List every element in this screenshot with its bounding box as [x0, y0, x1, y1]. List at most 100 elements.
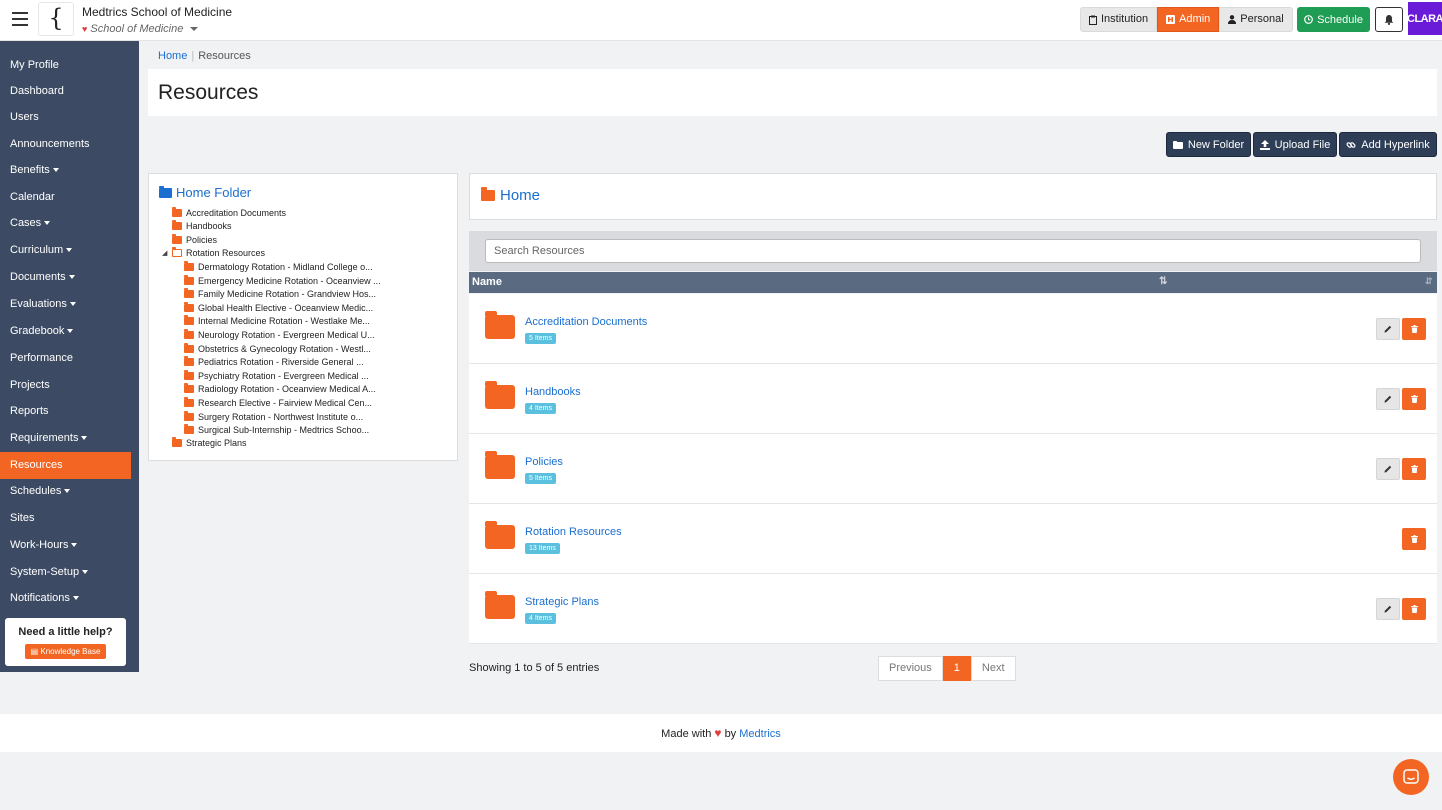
sidebar: My Profile Dashboard Users Announcements Ben…	[0, 41, 139, 672]
tree-node-rotation-child[interactable]: Dermatology Rotation - Midland College o…	[184, 261, 373, 273]
sidebar-item-schedules[interactable]: Schedules	[0, 478, 131, 505]
knowledge-base-button[interactable]: ▤ Knowledge Base	[24, 644, 107, 659]
tree-node-rotation-child[interactable]: Emergency Medicine Rotation - Oceanview …	[184, 274, 381, 287]
sidebar-item-reports[interactable]: Reports	[0, 398, 131, 425]
delete-button[interactable]	[1402, 598, 1426, 620]
sidebar-item-calendar[interactable]: Calendar	[0, 184, 131, 211]
table-row: Handbooks 4 Items	[469, 364, 1437, 434]
sidebar-item-users[interactable]: Users	[0, 104, 131, 131]
sidebar-item-sites[interactable]: Sites	[0, 505, 131, 532]
search-resources-input[interactable]	[485, 239, 1421, 263]
pagination-previous-button[interactable]: Previous	[878, 656, 943, 681]
folder-icon	[159, 185, 172, 198]
edit-button[interactable]	[1376, 318, 1400, 340]
folder-icon[interactable]	[485, 591, 515, 619]
caret-down-icon	[71, 543, 78, 548]
tree-node-rotation-child[interactable]: Research Elective - Fairview Medical Cen…	[184, 397, 372, 409]
edit-button[interactable]	[1376, 458, 1400, 480]
sidebar-item-label: Projects	[10, 379, 50, 391]
sidebar-item-evaluations[interactable]: Evaluations	[0, 291, 131, 318]
sidebar-item-announcements[interactable]: Announcements	[0, 131, 131, 158]
folder-name-link[interactable]: Strategic Plans	[525, 596, 599, 608]
heart-icon: ♥	[82, 24, 88, 34]
sort-alpha-icon[interactable]: ⇅	[1159, 276, 1167, 287]
sidebar-item-curriculum[interactable]: Curriculum	[0, 237, 131, 264]
tree-root-home-folder[interactable]: Home Folder	[159, 185, 251, 200]
tree-node-label: Radiology Rotation - Oceanview Medical A…	[198, 384, 376, 395]
folder-icon[interactable]	[485, 451, 515, 479]
pagination-page-1[interactable]: 1	[942, 656, 971, 681]
folder-name-link[interactable]: Handbooks	[525, 386, 581, 398]
add-hyperlink-button[interactable]: Add Hyperlink	[1339, 132, 1437, 157]
folder-icon[interactable]	[485, 311, 515, 339]
tree-node-rotation-child[interactable]: Family Medicine Rotation - Grandview Hos…	[184, 288, 376, 300]
sidebar-item-notifications[interactable]: Notifications	[0, 585, 131, 612]
breadcrumb-home-link[interactable]: Home	[158, 50, 187, 62]
org-switcher[interactable]: ♥ School of Medicine	[82, 23, 199, 35]
tree-toggle-expanded-icon[interactable]: ◢	[162, 249, 167, 257]
title-panel: Resources	[148, 69, 1437, 116]
pagination-next-button[interactable]: Next	[970, 656, 1016, 681]
tree-node-rotation-child[interactable]: Radiology Rotation - Oceanview Medical A…	[184, 383, 376, 395]
delete-button[interactable]	[1402, 388, 1426, 410]
edit-button[interactable]	[1376, 388, 1400, 410]
role-admin-button[interactable]: Admin	[1157, 7, 1220, 32]
tree-node-strategic-plans[interactable]: Strategic Plans	[172, 437, 247, 449]
tree-node-label: Obstetrics & Gynecology Rotation - Westl…	[198, 343, 371, 354]
schedule-button[interactable]: Schedule	[1297, 7, 1370, 32]
role-personal-button[interactable]: Personal	[1219, 7, 1293, 32]
folder-icon	[184, 315, 194, 326]
tree-node-rotation-child[interactable]: Surgical Sub-Internship - Medtrics Schoo…	[184, 424, 369, 436]
chat-icon	[1403, 769, 1419, 784]
tree-node-rotation-child[interactable]: Surgery Rotation - Northwest Institute o…	[184, 410, 363, 423]
tree-node-rotation-child[interactable]: Neurology Rotation - Evergreen Medical U…	[184, 329, 375, 341]
sidebar-item-requirements[interactable]: Requirements	[0, 425, 131, 452]
caret-down-icon	[64, 489, 71, 494]
sidebar-item-benefits[interactable]: Benefits	[0, 157, 131, 184]
sidebar-item-work-hours[interactable]: Work-Hours	[0, 532, 131, 559]
folder-icon[interactable]	[485, 381, 515, 409]
folder-icon[interactable]	[485, 521, 515, 549]
search-bar	[469, 231, 1437, 271]
tree-node-handbooks[interactable]: Handbooks	[172, 220, 232, 232]
role-institution-button[interactable]: Institution	[1080, 7, 1158, 32]
new-folder-button[interactable]: New Folder	[1166, 132, 1251, 157]
tree-node-rotation-child[interactable]: Internal Medicine Rotation - Westlake Me…	[184, 315, 370, 327]
sidebar-item-cases[interactable]: Cases	[0, 210, 131, 237]
upload-file-button[interactable]: Upload File	[1253, 132, 1337, 157]
delete-button[interactable]	[1402, 458, 1426, 480]
sidebar-item-projects[interactable]: Projects	[0, 372, 131, 399]
tree-node-policies[interactable]: Policies	[172, 234, 217, 246]
tree-node-rotation-child[interactable]: Obstetrics & Gynecology Rotation - Westl…	[184, 342, 371, 355]
sidebar-item-resources[interactable]: Resources	[0, 452, 131, 479]
org-logo[interactable]: { m	[38, 2, 74, 62]
hamburger-menu-icon[interactable]	[12, 12, 28, 26]
tree-node-rotation-child[interactable]: Pediatrics Rotation - Riverside General …	[184, 356, 364, 368]
clara-avatar[interactable]: CLARA	[1407, 2, 1442, 35]
sidebar-item-system-setup[interactable]: System-Setup	[0, 559, 131, 586]
sidebar-item-performance[interactable]: Performance	[0, 345, 131, 372]
sort-icon[interactable]: ⇵	[1425, 276, 1433, 287]
column-header-name[interactable]: Name	[472, 276, 502, 288]
folder-name-link[interactable]: Accreditation Documents	[525, 316, 647, 328]
delete-button[interactable]	[1402, 528, 1426, 550]
tree-node-rotation-child[interactable]: Global Health Elective - Oceanview Medic…	[184, 301, 373, 314]
edit-button[interactable]	[1376, 598, 1400, 620]
tree-node-rotation-resources[interactable]: Rotation Resources	[171, 246, 266, 259]
sidebar-item-dashboard[interactable]: Dashboard	[0, 78, 131, 105]
folder-name-link[interactable]: Rotation Resources	[525, 526, 622, 538]
tree-node-label: Rotation Resources	[186, 248, 266, 258]
role-admin-label: Admin	[1179, 13, 1211, 25]
chat-launcher-button[interactable]	[1393, 759, 1429, 795]
footer-brand-link[interactable]: Medtrics	[739, 728, 781, 740]
sidebar-item-documents[interactable]: Documents	[0, 264, 131, 291]
page-title: Resources	[158, 81, 259, 104]
tree-node-rotation-child[interactable]: Psychiatry Rotation - Evergreen Medical …	[184, 369, 369, 382]
folder-name-link[interactable]: Policies	[525, 456, 563, 468]
tree-node-accreditation-documents[interactable]: Accreditation Documents	[172, 207, 286, 219]
sidebar-item-label: Announcements	[10, 138, 90, 150]
delete-button[interactable]	[1402, 318, 1426, 340]
notifications-bell-button[interactable]	[1375, 7, 1403, 32]
sidebar-item-gradebook[interactable]: Gradebook	[0, 318, 131, 345]
sidebar-item-my-profile[interactable]: My Profile	[0, 52, 131, 79]
